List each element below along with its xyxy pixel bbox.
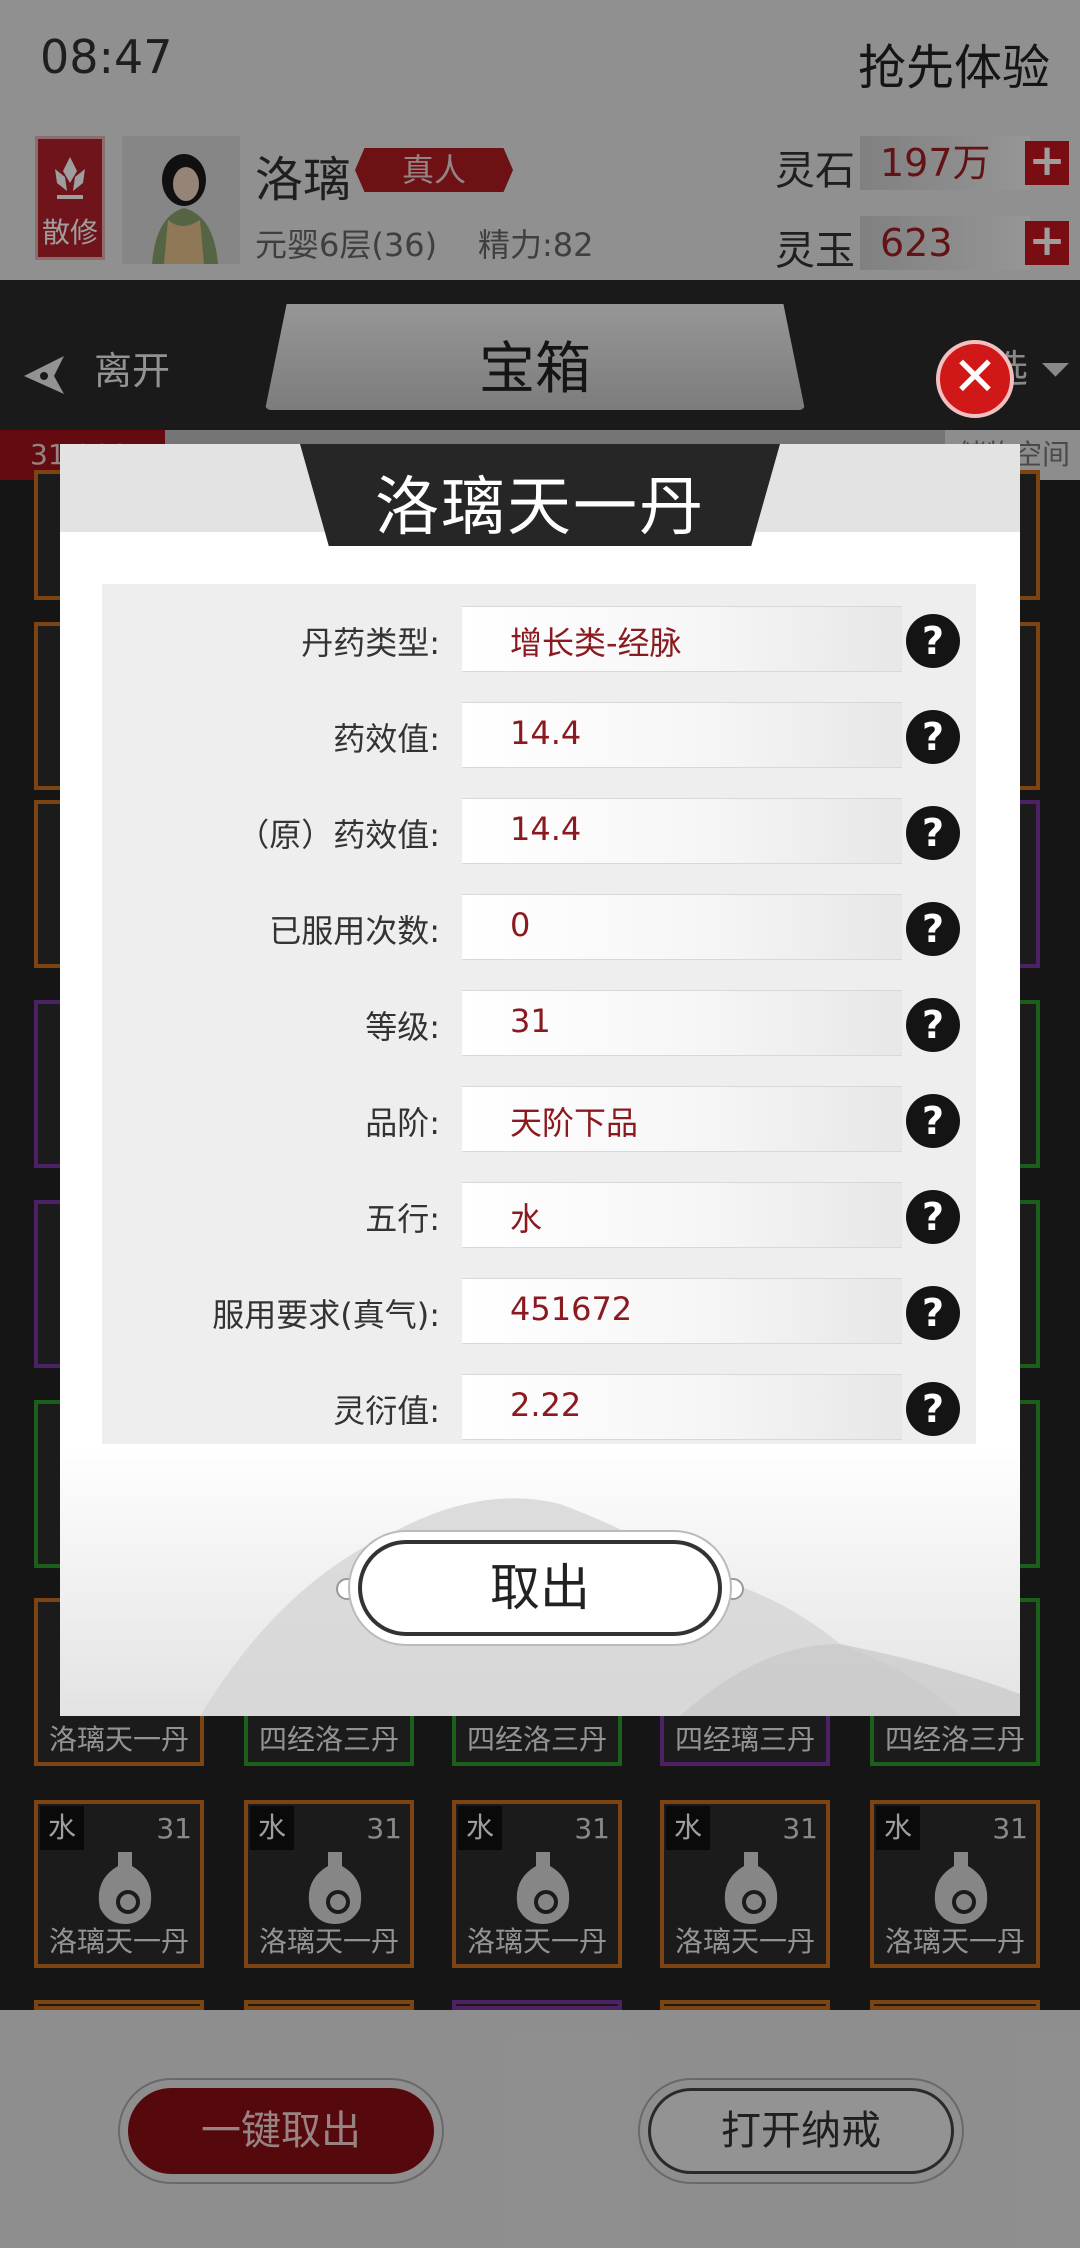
property-row: （原）药效值: 14.4 ? (102, 786, 976, 882)
property-label: 等级: (365, 1008, 440, 1046)
item-detail-dialog: 洛璃天一丹 丹药类型: 增长类-经脉 ? 药效值: 14.4 ? （原）药效值:… (60, 444, 1020, 1716)
help-icon[interactable]: ? (906, 1286, 960, 1340)
property-value: 0 (510, 906, 531, 944)
property-list[interactable]: 丹药类型: 增长类-经脉 ? 药效值: 14.4 ? （原）药效值: 14.4 … (102, 584, 976, 1446)
property-value: 451672 (510, 1290, 633, 1328)
property-row: 灵衍值: 2.22 ? (102, 1362, 976, 1446)
property-value: 天阶下品 (510, 1104, 639, 1142)
property-row: 药效值: 14.4 ? (102, 690, 976, 786)
close-icon[interactable]: ✕ (936, 340, 1014, 418)
property-label: 已服用次数: (269, 912, 440, 950)
property-row: 丹药类型: 增长类-经脉 ? (102, 594, 976, 690)
dialog-title: 洛璃天一丹 (375, 471, 705, 545)
property-row: 五行: 水 ? (102, 1170, 976, 1266)
help-icon[interactable]: ? (906, 710, 960, 764)
property-value: 31 (510, 1002, 551, 1040)
help-icon[interactable]: ? (906, 1190, 960, 1244)
help-icon[interactable]: ? (906, 806, 960, 860)
property-value: 增长类-经脉 (510, 624, 682, 662)
property-label: 服用要求(真气): (212, 1296, 440, 1334)
property-label: 品阶: (365, 1104, 440, 1142)
property-label: 药效值: (333, 720, 440, 758)
property-value: 2.22 (510, 1386, 582, 1424)
property-value: 14.4 (510, 714, 582, 752)
property-row: 等级: 31 ? (102, 978, 976, 1074)
help-icon[interactable]: ? (906, 902, 960, 956)
property-row: 服用要求(真气): 451672 ? (102, 1266, 976, 1362)
property-label: 灵衍值: (333, 1392, 440, 1430)
button-ornament (722, 1578, 744, 1600)
help-icon[interactable]: ? (906, 1094, 960, 1148)
button-ornament (336, 1578, 358, 1600)
property-label: 丹药类型: (301, 624, 440, 662)
property-row: 已服用次数: 0 ? (102, 882, 976, 978)
property-row: 品阶: 天阶下品 ? (102, 1074, 976, 1170)
withdraw-button[interactable]: 取出 (358, 1540, 722, 1636)
help-icon[interactable]: ? (906, 998, 960, 1052)
help-icon[interactable]: ? (906, 1382, 960, 1436)
property-label: （原）药效值: (237, 816, 440, 854)
property-value: 水 (510, 1200, 543, 1238)
property-label: 五行: (365, 1200, 440, 1238)
help-icon[interactable]: ? (906, 614, 960, 668)
property-value: 14.4 (510, 810, 582, 848)
app-root: 08:47 抢先体验 散修 洛璃 真人 元婴6层(36) 精力:82 灵石 19… (0, 0, 1080, 2248)
